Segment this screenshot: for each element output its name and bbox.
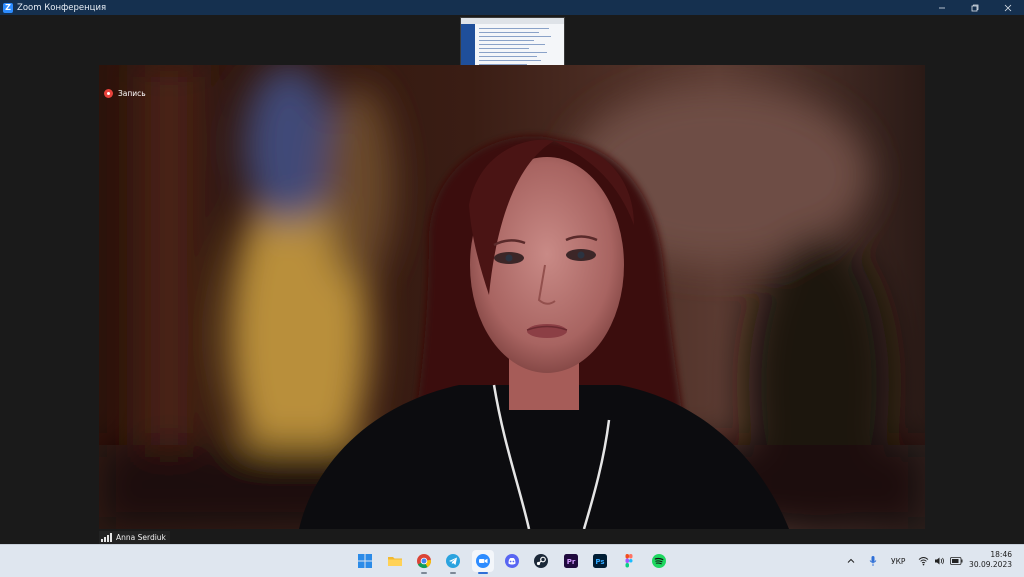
taskbar-zoom[interactable] — [472, 550, 494, 574]
title-bar: Z Zoom Конференция — [0, 0, 1024, 15]
minimize-icon — [938, 7, 945, 8]
system-clock[interactable]: 18:46 30.09.2023 — [969, 550, 1012, 570]
taskbar-steam[interactable] — [530, 550, 552, 572]
language-indicator[interactable]: УКР — [891, 545, 905, 577]
microphone-icon — [869, 556, 877, 566]
taskbar-photoshop[interactable]: Ps — [589, 550, 611, 572]
restore-button[interactable] — [958, 0, 991, 15]
wifi-icon — [918, 557, 929, 566]
taskbar-figma[interactable] — [618, 550, 640, 572]
start-icon — [358, 554, 372, 568]
close-button[interactable] — [991, 0, 1024, 15]
figma-icon — [625, 554, 633, 568]
zoom-icon — [476, 554, 490, 568]
taskbar-file-explorer[interactable] — [384, 550, 406, 572]
record-icon — [104, 88, 113, 98]
restore-icon — [971, 4, 978, 11]
battery-tray-button[interactable] — [950, 545, 963, 577]
start-button[interactable] — [354, 550, 376, 572]
participant-name: Anna Serdiuk — [116, 533, 166, 542]
tray-overflow-button[interactable] — [846, 545, 856, 577]
chevron-up-icon — [847, 558, 855, 563]
battery-icon — [950, 557, 963, 565]
zoom-logo-icon: Z — [3, 2, 13, 13]
photoshop-icon: Ps — [593, 554, 607, 568]
close-icon — [1004, 4, 1011, 11]
microphone-tray-button[interactable] — [868, 545, 878, 577]
spotify-icon — [652, 554, 666, 568]
participant-video[interactable] — [99, 65, 925, 529]
clock-time: 18:46 — [990, 550, 1012, 559]
taskbar-premiere-pro[interactable]: Pr — [560, 550, 582, 572]
taskbar: Pr Ps УКР 18:46 30.09.2023 — [0, 544, 1024, 577]
chrome-icon — [417, 554, 432, 569]
window-controls — [925, 0, 1024, 15]
steam-icon — [534, 554, 548, 568]
premiere-pro-icon: Pr — [564, 554, 578, 568]
recording-indicator[interactable]: Запись — [104, 87, 146, 99]
participant-name-tag: Anna Serdiuk — [99, 531, 170, 544]
telegram-icon — [446, 554, 460, 568]
minimize-button[interactable] — [925, 0, 958, 15]
language-label: УКР — [891, 556, 906, 566]
wifi-tray-button[interactable] — [918, 545, 929, 577]
clock-date: 30.09.2023 — [969, 560, 1012, 569]
taskbar-spotify[interactable] — [648, 550, 670, 572]
taskbar-discord[interactable] — [501, 550, 523, 572]
file-explorer-icon — [388, 557, 402, 566]
svg-text:Ps: Ps — [595, 558, 604, 566]
svg-text:Pr: Pr — [567, 558, 576, 566]
volume-tray-button[interactable] — [934, 545, 945, 577]
discord-icon — [505, 554, 519, 568]
speaker-icon — [935, 557, 944, 565]
recording-label: Запись — [118, 88, 146, 98]
taskbar-chrome[interactable] — [413, 550, 435, 574]
video-frame-image — [99, 65, 925, 529]
window-title: Zoom Конференция — [17, 2, 107, 13]
taskbar-telegram[interactable] — [442, 550, 464, 574]
connection-strength-icon — [101, 532, 112, 542]
